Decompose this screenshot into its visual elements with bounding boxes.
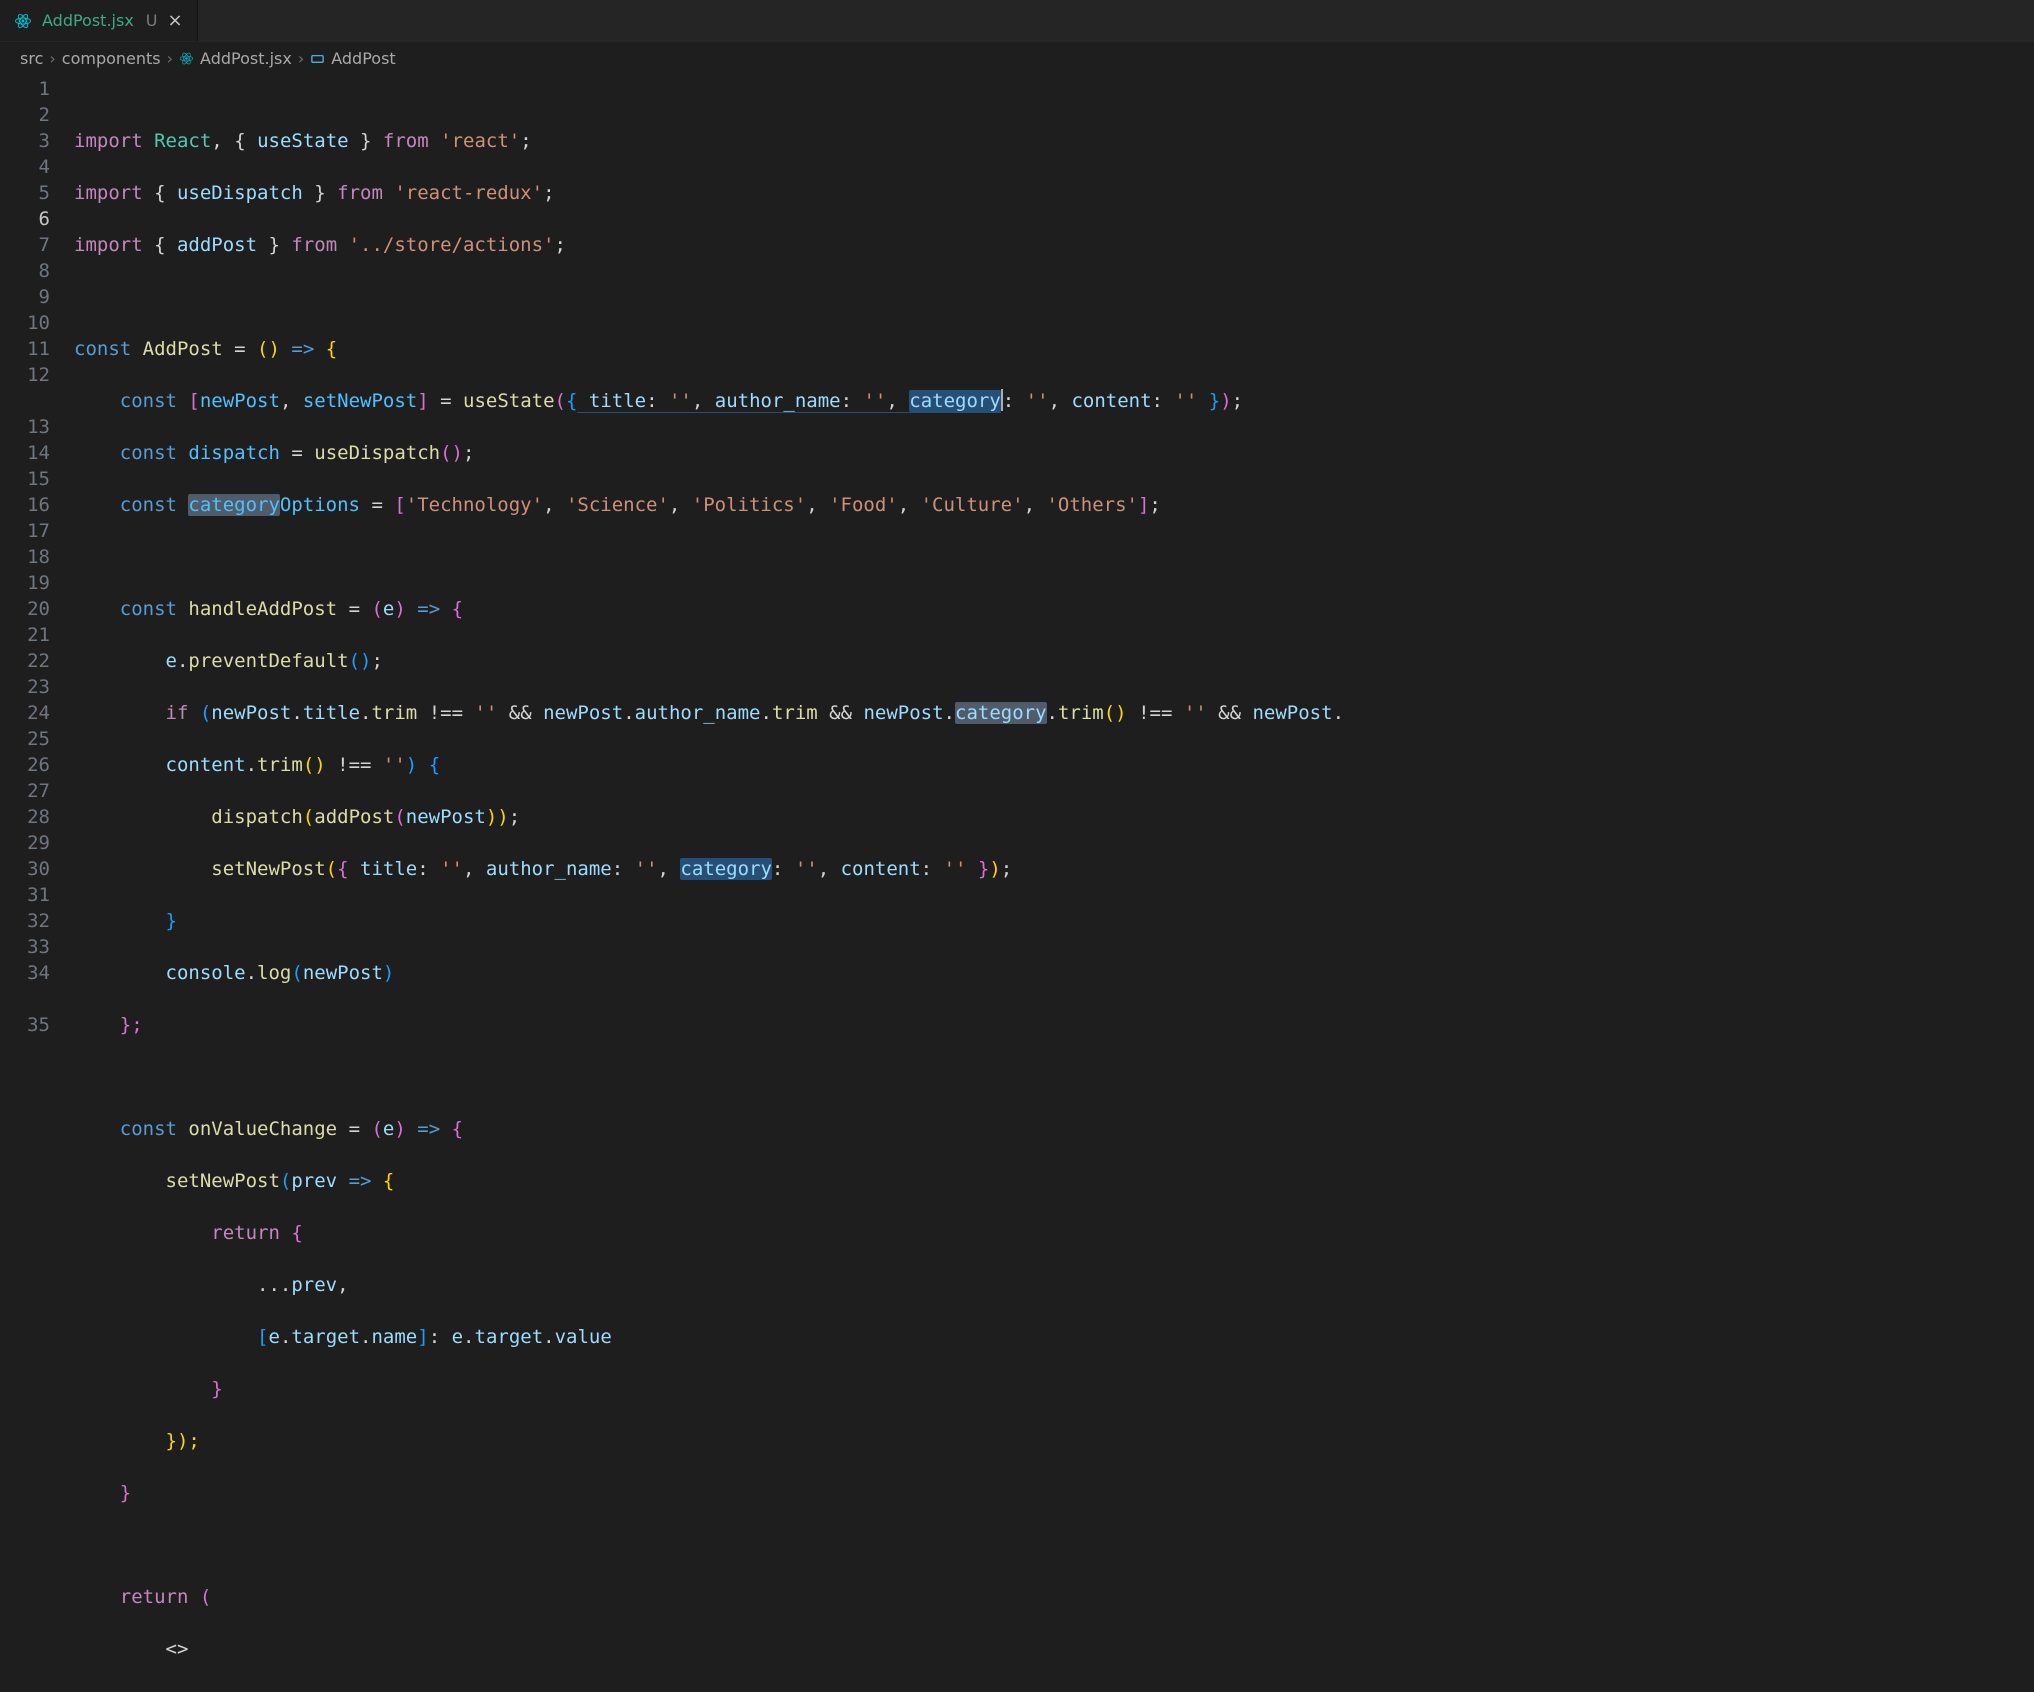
chevron-right-icon: ›: [298, 46, 304, 72]
line-number: 30: [0, 856, 50, 882]
line-number: 13: [0, 414, 50, 440]
code-line[interactable]: const handleAddPost = (e) => {: [74, 596, 2034, 622]
line-number: 4: [0, 154, 50, 180]
line-number: 3: [0, 128, 50, 154]
code-line[interactable]: [74, 544, 2034, 570]
breadcrumb-seg-src[interactable]: src: [20, 46, 43, 72]
line-number: 33: [0, 934, 50, 960]
code-line[interactable]: e.preventDefault();: [74, 648, 2034, 674]
code-editor[interactable]: 1 2 3 4 5 6 7 8 9 10 11 12 13 14 15 16 1…: [0, 76, 2034, 1692]
code-line[interactable]: };: [74, 1012, 2034, 1038]
code-line[interactable]: const onValueChange = (e) => {: [74, 1116, 2034, 1142]
line-number: 11: [0, 336, 50, 362]
line-number: 14: [0, 440, 50, 466]
code-line[interactable]: return (: [74, 1584, 2034, 1610]
line-number: 29: [0, 830, 50, 856]
line-number: 23: [0, 674, 50, 700]
code-line[interactable]: [74, 284, 2034, 310]
code-line[interactable]: [74, 1532, 2034, 1558]
line-number: 35: [0, 1012, 50, 1038]
code-line[interactable]: });: [74, 1428, 2034, 1454]
line-number: 17: [0, 518, 50, 544]
code-line[interactable]: dispatch(addPost(newPost));: [74, 804, 2034, 830]
line-number: 15: [0, 466, 50, 492]
line-number: 10: [0, 310, 50, 336]
line-number: 28: [0, 804, 50, 830]
line-number: 21: [0, 622, 50, 648]
close-icon[interactable]: ×: [168, 12, 183, 30]
line-number: 34: [0, 960, 50, 986]
react-icon: [179, 46, 194, 72]
line-number: 6: [0, 206, 50, 232]
code-line[interactable]: return {: [74, 1220, 2034, 1246]
line-number: 1: [0, 76, 50, 102]
code-line[interactable]: [74, 1064, 2034, 1090]
code-line[interactable]: if (newPost.title.trim !== '' && newPost…: [74, 700, 2034, 726]
selection: category: [909, 390, 1001, 412]
code-line[interactable]: ...prev,: [74, 1272, 2034, 1298]
code-line[interactable]: const AddPost = () => {: [74, 336, 2034, 362]
line-number: 25: [0, 726, 50, 752]
code-line[interactable]: <div className="p-4 p-md-5 mb-4 text-whi…: [74, 1688, 2034, 1692]
line-number: 5: [0, 180, 50, 206]
line-number: 7: [0, 232, 50, 258]
code-line[interactable]: }: [74, 1376, 2034, 1402]
chevron-right-icon: ›: [167, 46, 173, 72]
code-line[interactable]: }: [74, 1480, 2034, 1506]
code-line[interactable]: setNewPost(prev => {: [74, 1168, 2034, 1194]
code-line[interactable]: [e.target.name]: e.target.value: [74, 1324, 2034, 1350]
chevron-right-icon: ›: [49, 46, 55, 72]
code-line[interactable]: }: [74, 908, 2034, 934]
line-number: 20: [0, 596, 50, 622]
symbol-variable-icon: [310, 46, 325, 72]
line-number: 18: [0, 544, 50, 570]
line-number-gutter: 1 2 3 4 5 6 7 8 9 10 11 12 13 14 15 16 1…: [0, 76, 74, 1692]
code-line[interactable]: content.trim() !== '') {: [74, 752, 2034, 778]
line-number: 19: [0, 570, 50, 596]
breadcrumb-seg-components[interactable]: components: [62, 46, 161, 72]
code-line[interactable]: <>: [74, 1636, 2034, 1662]
line-number: [0, 388, 50, 414]
code-line[interactable]: import React, { useState } from 'react';: [74, 128, 2034, 154]
line-number: 26: [0, 752, 50, 778]
line-number: 27: [0, 778, 50, 804]
line-number: 24: [0, 700, 50, 726]
react-icon: [14, 12, 32, 30]
line-number: 12: [0, 362, 50, 388]
tab-addpost[interactable]: AddPost.jsx U ×: [0, 0, 198, 41]
line-number: 8: [0, 258, 50, 284]
code-line[interactable]: const [newPost, setNewPost] = useState({…: [74, 388, 2034, 414]
code-line[interactable]: console.log(newPost): [74, 960, 2034, 986]
line-number: 31: [0, 882, 50, 908]
code-line[interactable]: setNewPost({ title: '', author_name: '',…: [74, 856, 2034, 882]
code-line[interactable]: const categoryOptions = ['Technology', '…: [74, 492, 2034, 518]
line-number: 32: [0, 908, 50, 934]
breadcrumb-seg-file[interactable]: AddPost.jsx: [200, 46, 292, 72]
line-number: 16: [0, 492, 50, 518]
code-line[interactable]: const dispatch = useDispatch();: [74, 440, 2034, 466]
code-area[interactable]: import React, { useState } from 'react';…: [74, 76, 2034, 1692]
tab-modified-marker: U: [146, 8, 158, 34]
code-line[interactable]: import { useDispatch } from 'react-redux…: [74, 180, 2034, 206]
breadcrumb[interactable]: src › components › AddPost.jsx › AddPost: [0, 42, 2034, 76]
breadcrumb-seg-symbol[interactable]: AddPost: [331, 46, 395, 72]
line-number: 2: [0, 102, 50, 128]
line-number: [0, 986, 50, 1012]
tab-filename: AddPost.jsx: [42, 8, 134, 34]
line-number: 22: [0, 648, 50, 674]
tab-bar: AddPost.jsx U ×: [0, 0, 2034, 42]
line-number: 9: [0, 284, 50, 310]
code-line[interactable]: import { addPost } from '../store/action…: [74, 232, 2034, 258]
